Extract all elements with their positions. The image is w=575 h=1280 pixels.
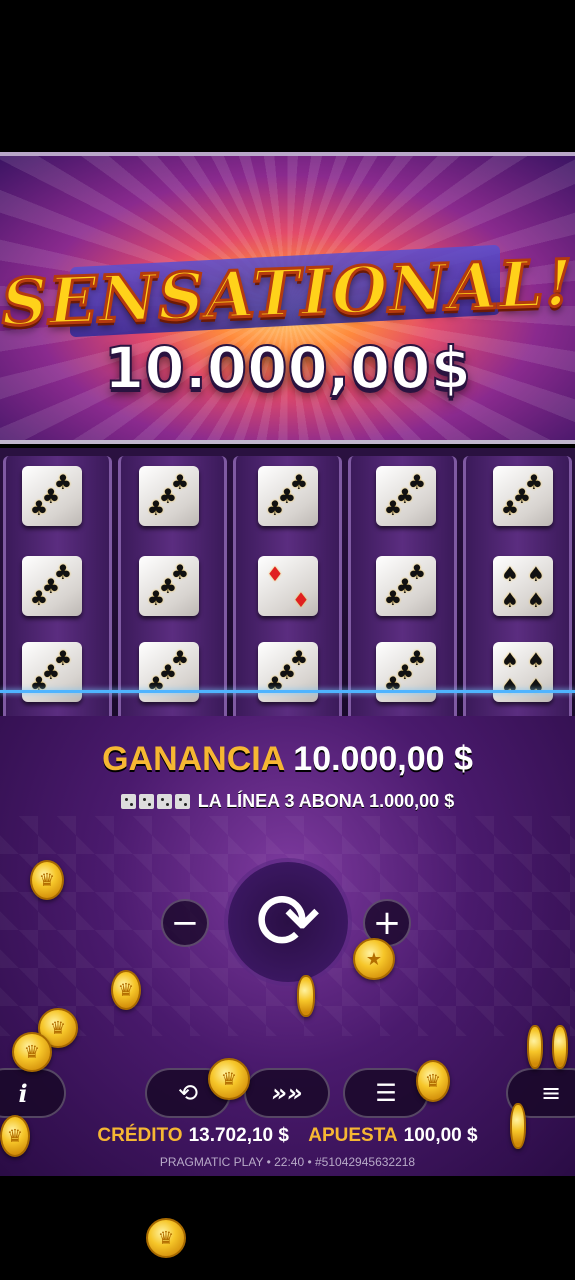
die-clubs: ♣ ♣ ♣ [376,642,436,702]
coin-icon [552,1025,568,1069]
info-icon: i [18,1078,28,1108]
diamonds-icon: ♦ [292,588,310,612]
spades-icon: ♠ [501,588,519,612]
die-clubs: ♣ ♣ ♣ [22,642,82,702]
win-banner: SENSATIONAL! 10.000,00$ [0,152,575,444]
coin-icon: ♛ [416,1060,450,1102]
coin-icon: ★ [353,938,395,980]
credit-label: CRÉDITO [97,1125,183,1146]
die-clubs: ♣ ♣ ♣ [376,466,436,526]
spades-icon: ♠ [527,562,545,586]
info-button[interactable]: i [0,1068,66,1118]
spin-button[interactable]: ⟳ [237,871,339,973]
plus-icon: + [372,903,402,943]
die-clubs: ♣ ♣ ♣ [376,556,436,616]
clubs-icon: ♣ [42,574,60,598]
clubs-icon: ♣ [278,660,296,684]
line-pay-text: LA LÍNEA 3 ABONA 1.000,00 $ [197,791,455,811]
coin-icon: ♛ [0,1115,30,1157]
diamonds-icon: ♦ [266,562,284,586]
clubs-icon: ♣ [42,484,60,508]
minus-icon: − [170,903,200,943]
line-pay-info: LA LÍNEA 3 ABONA 1.000,00 $ [0,791,575,812]
hamburger-icon: ≡ [540,1079,562,1107]
die-spades: ♠ ♠ ♠ ♠ [493,642,553,702]
clubs-icon: ♣ [42,660,60,684]
decrease-bet-button[interactable]: − [161,899,209,947]
clubs-icon: ♣ [396,660,414,684]
mini-die-icon [156,794,172,809]
clubs-icon: ♣ [396,574,414,598]
spades-icon: ♠ [527,648,545,672]
coin-icon [510,1103,526,1149]
clubs-icon: ♣ [396,484,414,508]
die-clubs: ♣ ♣ ♣ [493,466,553,526]
die-clubs: ♣ ♣ ♣ [139,642,199,702]
die-clubs: ♣ ♣ ♣ [139,556,199,616]
bet-value: 100,00 $ [403,1125,478,1146]
die-clubs: ♣ ♣ ♣ [22,556,82,616]
refresh-icon: ⟳ [255,877,321,967]
spades-icon: ♠ [501,562,519,586]
spades-icon: ♠ [527,588,545,612]
die-clubs: ♣ ♣ ♣ [22,466,82,526]
die-clubs: ♣ ♣ ♣ [139,466,199,526]
game-footer: PRAGMATIC PLAY • 22:40 • #51042945632218 [159,1155,416,1169]
coin-icon: ♛ [111,970,141,1010]
die-clubs: ♣ ♣ ♣ [258,642,318,702]
coin-icon: ♛ [12,1032,52,1072]
win-display: GANANCIA 10.000,00 $ [0,740,575,779]
spades-icon: ♠ [527,674,545,698]
die-spades: ♠ ♠ ♠ ♠ [493,556,553,616]
autoplay-icon: ⟲ [177,1079,199,1107]
spades-icon: ♠ [501,648,519,672]
die-diamonds: ♦ ♦ [258,556,318,616]
banner-amount: 10.000,00$ [103,333,472,403]
credit-value: 13.702,10 $ [188,1125,289,1146]
clubs-icon: ♣ [159,484,177,508]
coin-icon: ♛ [208,1058,250,1100]
coin-icon: ♛ [146,1218,186,1258]
bet-label: APUESTA [308,1125,398,1146]
turbo-button[interactable]: »» [244,1068,330,1118]
coin-stack-icon: ☰ [375,1079,397,1107]
spades-icon: ♠ [501,674,519,698]
mini-die-icon [174,794,190,809]
clubs-icon: ♣ [159,660,177,684]
coin-icon: ♛ [30,860,64,900]
win-label: GANANCIA [102,740,286,778]
fast-forward-icon: »» [271,1079,303,1107]
clubs-icon: ♣ [513,484,531,508]
coin-icon [297,975,315,1017]
clubs-icon: ♣ [278,484,296,508]
mini-die-icon [120,794,136,809]
die-clubs: ♣ ♣ ♣ [258,466,318,526]
win-value: 10.000,00 $ [293,740,473,778]
payline-3 [0,690,575,693]
mini-die-icon [138,794,154,809]
coin-icon [527,1025,543,1069]
clubs-icon: ♣ [159,574,177,598]
balance-bar: CRÉDITO 13.702,10 $ APUESTA 100,00 $ [0,1125,575,1147]
